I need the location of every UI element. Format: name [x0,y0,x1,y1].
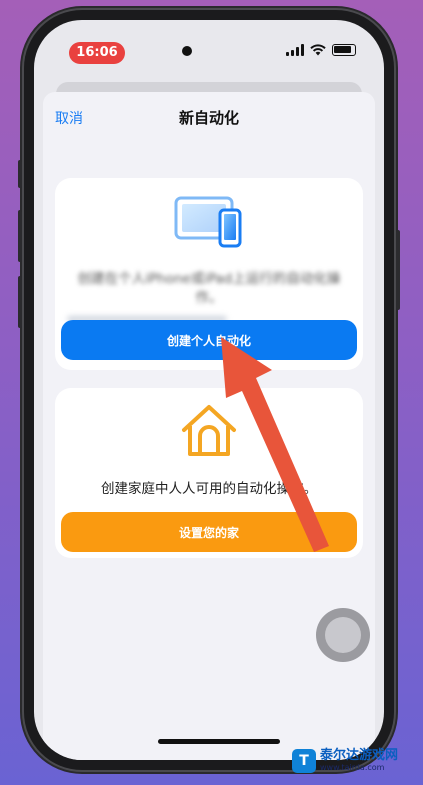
cellular-signal-icon [286,44,304,56]
status-icons [286,44,356,56]
personal-automation-description: 创建在个人iPhone或iPad上运行的自动化操作。 [77,271,341,306]
volume-down-button [18,276,22,328]
power-button [396,230,400,310]
assistive-touch-button[interactable] [316,608,370,662]
battery-icon [332,44,356,56]
personal-automation-card: 创建在个人iPhone或iPad上运行的自动化操作。 创建个人自动化 [55,178,363,370]
watermark-logo: T [292,748,316,773]
home-automation-description: 创建家庭中人人可用的自动化操作。 [101,481,317,497]
watermark-url: www.tairda.com [320,763,385,772]
volume-up-button [18,210,22,262]
wifi-icon [310,44,326,56]
screen: 16:06 取消 新自动化 创建在个人iPhone或iPad上运行的自动化操作。… [34,20,384,760]
phone-frame: 16:06 取消 新自动化 创建在个人iPhone或iPad上运行的自动化操作。… [18,10,400,770]
watermark-name: 泰尔达游戏网 [320,748,399,763]
new-automation-sheet: 取消 新自动化 创建在个人iPhone或iPad上运行的自动化操作。 创建个人自… [43,92,375,760]
create-personal-automation-button[interactable]: 创建个人自动化 [61,320,357,360]
watermark: T 泰尔达游戏网 www.tairda.com [292,748,398,773]
page-title: 新自动化 [178,109,239,127]
front-camera [182,46,192,56]
home-indicator[interactable] [158,739,280,744]
status-bar: 16:06 [34,20,384,72]
nav-bar: 取消 新自动化 [43,92,375,136]
mute-switch [18,160,22,188]
home-icon [182,405,236,456]
status-time[interactable]: 16:06 [69,42,125,64]
setup-home-button[interactable]: 设置您的家 [61,512,357,552]
watermark-text: 泰尔达游戏网 www.tairda.com [320,748,398,773]
home-automation-card: 创建家庭中人人可用的自动化操作。 设置您的家 [55,388,363,558]
iphone-ipad-icon [174,196,242,248]
